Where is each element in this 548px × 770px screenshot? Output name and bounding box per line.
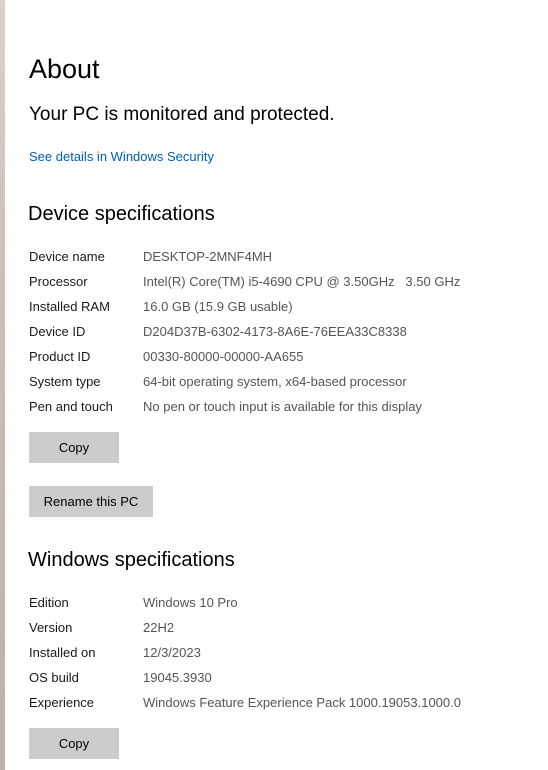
- spec-row-device-id: Device ID D204D37B-6302-4173-8A6E-76EEA3…: [29, 319, 539, 344]
- spec-value: 12/3/2023: [143, 645, 201, 660]
- spec-label: Device ID: [29, 324, 86, 339]
- spec-row-os-build: OS build 19045.3930: [29, 665, 539, 690]
- page-title: About: [29, 54, 100, 84]
- spec-label: Installed RAM: [29, 299, 110, 314]
- spec-row-installed-ram: Installed RAM 16.0 GB (15.9 GB usable): [29, 294, 539, 319]
- spec-value: Windows 10 Pro: [143, 595, 238, 610]
- spec-row-installed-on: Installed on 12/3/2023: [29, 640, 539, 665]
- copy-windows-specs-button[interactable]: Copy: [29, 728, 119, 759]
- copy-device-specs-button[interactable]: Copy: [29, 432, 119, 463]
- settings-about-page: About Your PC is monitored and protected…: [0, 0, 548, 770]
- windows-specs-title: Windows specifications: [28, 549, 235, 571]
- spec-value: No pen or touch input is available for t…: [143, 399, 422, 414]
- spec-value: DESKTOP-2MNF4MH: [143, 249, 273, 264]
- rename-pc-button[interactable]: Rename this PC: [29, 486, 153, 517]
- window-edge: [0, 0, 5, 770]
- spec-row-product-id: Product ID 00330-80000-00000-AA655: [29, 344, 539, 369]
- spec-value: 16.0 GB (15.9 GB usable): [143, 299, 293, 314]
- spec-label: Pen and touch: [29, 399, 113, 414]
- device-specs-title: Device specifications: [28, 203, 215, 225]
- spec-label: Product ID: [29, 349, 91, 364]
- spec-label: System type: [29, 374, 101, 389]
- spec-row-pen-and-touch: Pen and touch No pen or touch input is a…: [29, 394, 539, 419]
- spec-row-processor: Processor Intel(R) Core(TM) i5-4690 CPU …: [29, 269, 539, 294]
- spec-label: Version: [29, 620, 73, 635]
- spec-label: Processor: [29, 274, 88, 289]
- protection-status: Your PC is monitored and protected.: [29, 104, 335, 125]
- spec-label: Device name: [29, 249, 105, 264]
- spec-value: 00330-80000-00000-AA655: [143, 349, 304, 364]
- spec-row-version: Version 22H2: [29, 615, 539, 640]
- spec-value: 19045.3930: [143, 670, 212, 685]
- spec-label: OS build: [29, 670, 79, 685]
- spec-row-device-name: Device name DESKTOP-2MNF4MH: [29, 244, 539, 269]
- spec-row-experience: Experience Windows Feature Experience Pa…: [29, 690, 539, 715]
- spec-label: Installed on: [29, 645, 96, 660]
- spec-label: Experience: [29, 695, 95, 710]
- spec-row-system-type: System type 64-bit operating system, x64…: [29, 369, 539, 394]
- windows-security-link[interactable]: See details in Windows Security: [29, 149, 214, 164]
- spec-value: 22H2: [143, 620, 175, 635]
- spec-value: Windows Feature Experience Pack 1000.190…: [143, 695, 461, 710]
- spec-value: D204D37B-6302-4173-8A6E-76EEA33C8338: [143, 324, 407, 339]
- device-specs-table: Device name DESKTOP-2MNF4MH Processor In…: [29, 244, 539, 419]
- spec-row-edition: Edition Windows 10 Pro: [29, 590, 539, 615]
- spec-value: Intel(R) Core(TM) i5-4690 CPU @ 3.50GHz …: [143, 274, 461, 289]
- spec-value: 64-bit operating system, x64-based proce…: [143, 374, 407, 389]
- windows-specs-table: Edition Windows 10 Pro Version 22H2 Inst…: [29, 590, 539, 715]
- spec-label: Edition: [29, 595, 69, 610]
